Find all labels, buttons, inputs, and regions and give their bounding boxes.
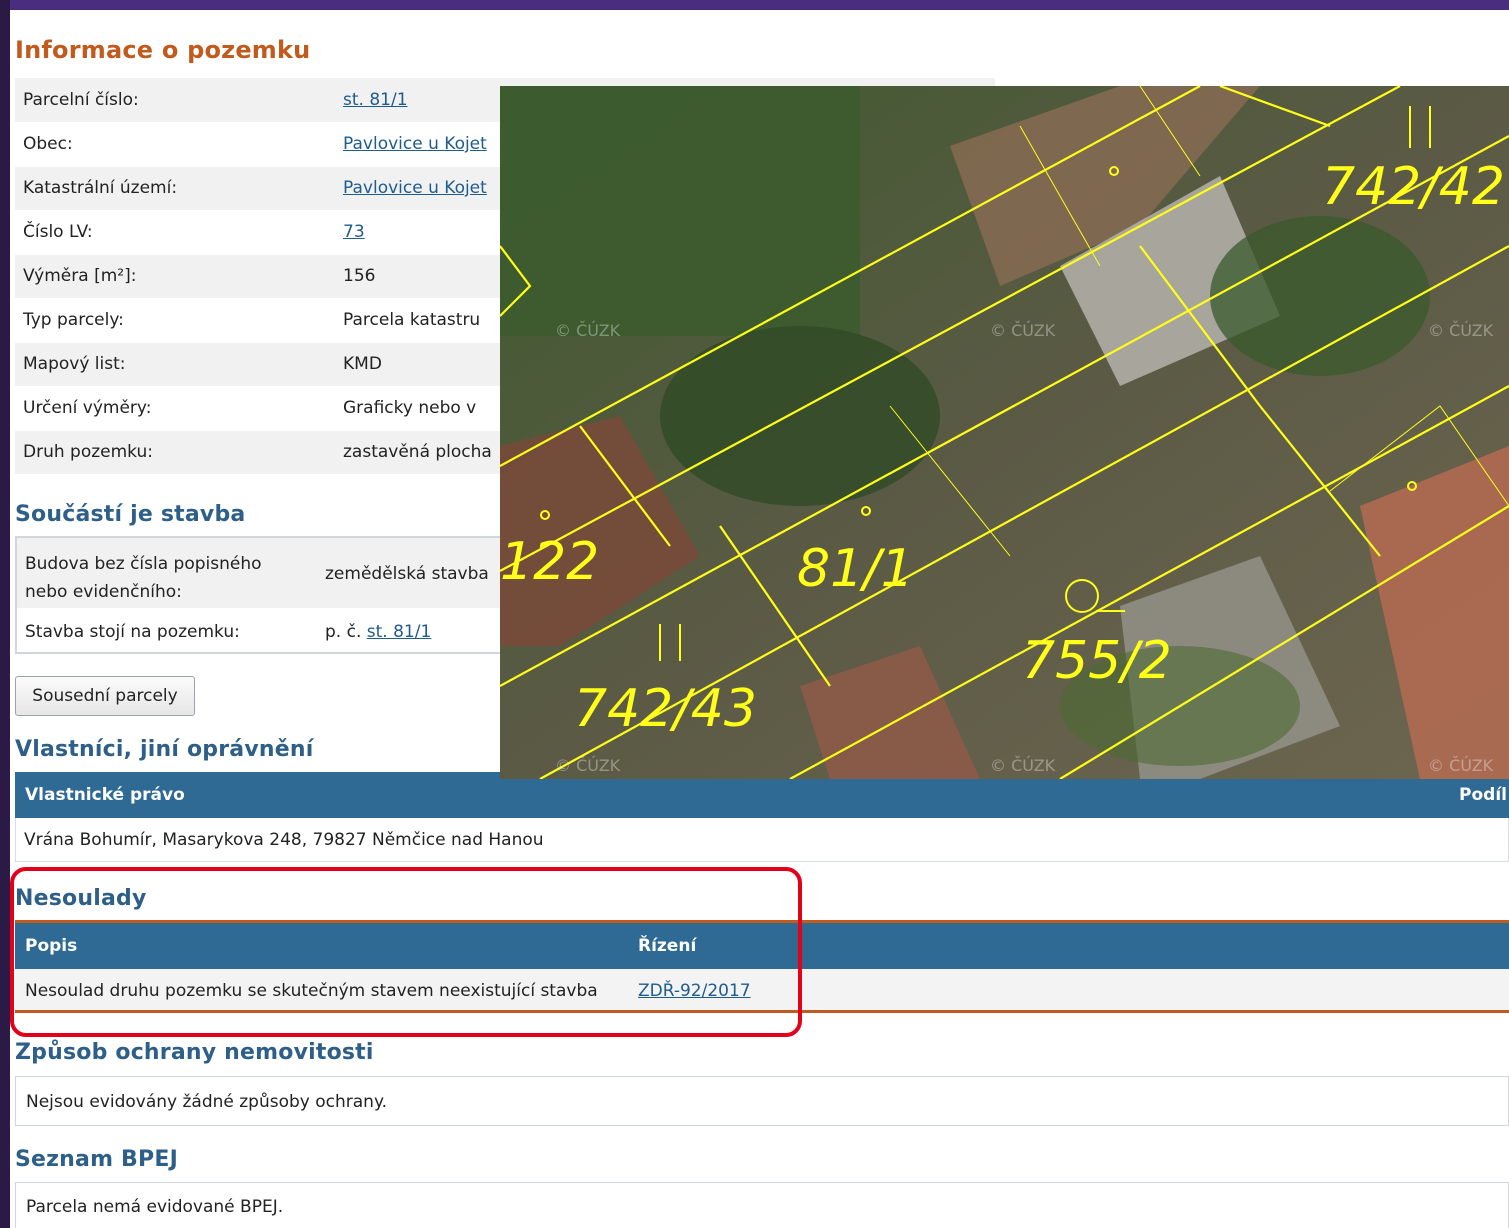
watermark-3: © ČÚZK	[1428, 321, 1494, 340]
building-parcel-value: p. č. st. 81/1	[325, 622, 431, 642]
window-top-bar	[0, 0, 1509, 10]
info-row-link[interactable]: 73	[343, 222, 365, 242]
owners-row: Vrána Bohumír, Masarykova 248, 79827 Něm…	[15, 818, 1509, 862]
watermark-2: © ČÚZK	[990, 321, 1056, 340]
owner-name: Vrána Bohumír, Masarykova 248, 79827 Něm…	[24, 830, 544, 850]
info-row-label: Mapový list:	[15, 342, 335, 387]
parcel-label-742-43: 742/43	[574, 679, 757, 739]
info-row-label: Výměra [m²]:	[15, 254, 335, 299]
building-parcel-label: Stavba stojí na pozemku:	[25, 622, 240, 642]
building-type-value: zemědělská stavba	[325, 564, 489, 584]
parcel-label-742-42: 742/42	[1322, 157, 1505, 217]
building-parcel-link[interactable]: st. 81/1	[367, 622, 432, 642]
info-row-link[interactable]: Pavlovice u Kojet	[343, 134, 487, 154]
info-row-label: Určení výměry:	[15, 386, 335, 431]
building-table: Budova bez čísla popisného nebo evidenčn…	[15, 536, 535, 654]
owners-col-share: Podíl	[1459, 785, 1507, 805]
page-content: Informace o pozemku Parcelní číslo: st. 8…	[10, 10, 1509, 1228]
bpej-section-heading: Seznam BPEJ	[15, 1147, 178, 1172]
info-row-label: Obec:	[15, 122, 335, 167]
watermark-4: © ČÚZK	[555, 756, 621, 775]
watermark-1: © ČÚZK	[555, 321, 621, 340]
protection-text: Nejsou evidovány žádné způsoby ochrany.	[26, 1092, 388, 1112]
owners-section-heading: Vlastníci, jiní oprávnění	[15, 737, 314, 762]
parcel-prefix: p. č.	[325, 622, 362, 642]
protection-box: Nejsou evidovány žádné způsoby ochrany.	[15, 1076, 1509, 1126]
parcel-label-81-1: 81/1	[797, 539, 914, 599]
info-row-link[interactable]: Pavlovice u Kojet	[343, 178, 487, 198]
building-section-heading: Součástí je stavba	[15, 502, 246, 527]
watermark-6: © ČÚZK	[1428, 756, 1494, 775]
cadastral-map[interactable]: 742/42 122 81/1 755/2 742/43 © ČÚZK © ČÚ…	[500, 86, 1509, 779]
watermark-5: © ČÚZK	[990, 756, 1056, 775]
info-row-link[interactable]: st. 81/1	[343, 90, 408, 110]
info-row-label: Typ parcely:	[15, 298, 335, 343]
window-left-edge	[0, 0, 10, 1228]
neighbors-button[interactable]: Sousední parcely	[15, 676, 195, 716]
protection-section-heading: Způsob ochrany nemovitosti	[15, 1040, 374, 1065]
bpej-text: Parcela nemá evidované BPEJ.	[26, 1197, 284, 1217]
info-row-label: Parcelní číslo:	[15, 78, 335, 123]
info-row-label: Katastrální území:	[15, 166, 335, 211]
parcel-label-122: 122	[500, 532, 599, 592]
cadastral-map-svg: 742/42 122 81/1 755/2 742/43 © ČÚZK © ČÚ…	[500, 86, 1509, 779]
page-title: Informace o pozemku	[15, 36, 311, 64]
info-row-label: Druh pozemku:	[15, 430, 335, 475]
building-type-label: Budova bez čísla popisného nebo evidenčn…	[25, 550, 262, 606]
building-type-label-line2: nebo evidenčního:	[25, 582, 182, 602]
building-type-label-line1: Budova bez čísla popisného	[25, 554, 262, 574]
parcel-label-755-2: 755/2	[1022, 631, 1172, 691]
info-row-label: Číslo LV:	[15, 210, 335, 255]
owners-col-right: Vlastnické právo	[25, 785, 185, 805]
highlight-box-nesoulady	[10, 867, 802, 1037]
green-area-nw	[500, 86, 860, 336]
bpej-box: Parcela nemá evidované BPEJ.	[15, 1182, 1509, 1228]
